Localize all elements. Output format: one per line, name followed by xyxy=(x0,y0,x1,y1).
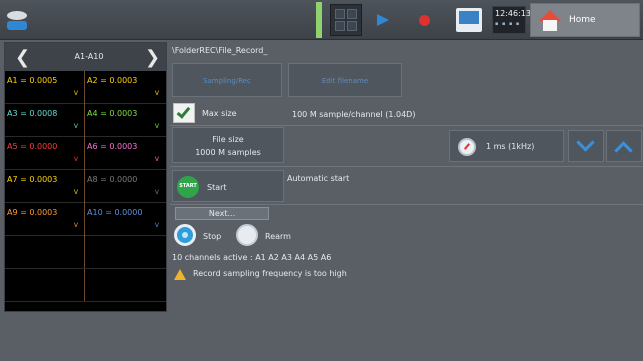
sampling-rate-label: 1 ms (1kHz) xyxy=(486,142,535,151)
divider xyxy=(170,125,643,126)
chevron-down-icon xyxy=(576,133,595,152)
sampling-rec-button[interactable]: Sampling/Rec xyxy=(172,63,282,97)
rearm-label: Rearm xyxy=(265,232,291,241)
channel-value: A10 = 0.0000 xyxy=(87,208,143,217)
channel-value: A9 = 0.0003 xyxy=(7,208,58,217)
rate-down-button[interactable] xyxy=(568,130,604,162)
clock-display: 12:46:13 ▪ ▪ ▪ ▪ xyxy=(492,6,531,34)
recorder-logo-icon[interactable] xyxy=(6,8,28,32)
next-button[interactable]: Next... xyxy=(175,207,269,220)
channel-unit: V xyxy=(73,222,78,229)
channel-value: A2 = 0.0003 xyxy=(87,76,138,85)
channel-grid: A1 = 0.0005 V A2 = 0.0003 V A3 = 0.0008 V A… xyxy=(5,71,166,302)
channel-cell[interactable]: A10 = 0.0000 V xyxy=(85,203,165,236)
stop-label: Stop xyxy=(203,232,222,241)
file-size-value: 1000 M samples xyxy=(195,148,261,157)
empty-channel-row xyxy=(5,269,166,302)
divider xyxy=(170,204,643,205)
home-icon xyxy=(539,10,561,32)
clock-time: 12:46:13 xyxy=(495,9,531,18)
edit-filename-button[interactable]: Edit filename xyxy=(288,63,402,97)
channel-group-title: A1-A10 xyxy=(74,52,104,61)
channel-value: A7 = 0.0003 xyxy=(7,175,58,184)
channel-unit: V xyxy=(154,189,159,196)
divider xyxy=(170,166,643,167)
next-page-icon[interactable]: ❯ xyxy=(145,47,160,68)
start-label: Start xyxy=(207,183,227,192)
rate-up-button[interactable] xyxy=(606,130,642,162)
home-button[interactable]: Home xyxy=(530,3,640,37)
checkmark-icon xyxy=(176,104,191,119)
stop-radio[interactable] xyxy=(174,224,196,246)
channel-cell[interactable]: A9 = 0.0003 V xyxy=(5,203,85,236)
empty-channel-row xyxy=(5,236,166,269)
channels-active-text: 10 channels active : A1 A2 A3 A4 A5 A6 xyxy=(172,253,332,262)
channel-unit: V xyxy=(154,222,159,229)
channel-cell[interactable]: A7 = 0.0003 V xyxy=(5,170,85,203)
channel-value: A5 = 0.0000 xyxy=(7,142,58,151)
max-size-label: Max size xyxy=(202,109,237,118)
samples-per-channel-text: 100 M sample/channel (1.04D) xyxy=(292,110,416,119)
previous-page-icon[interactable]: ❮ xyxy=(15,47,30,68)
channel-cell[interactable]: A6 = 0.0003 V xyxy=(85,137,165,170)
channel-unit: V xyxy=(73,189,78,196)
speedometer-icon xyxy=(458,138,476,156)
channel-value: A8 = 0.0000 xyxy=(87,175,138,184)
channel-cell[interactable]: A1 = 0.0005 V xyxy=(5,71,85,104)
chevron-up-icon xyxy=(614,141,633,160)
file-size-title: File size xyxy=(212,135,244,144)
channel-unit: V xyxy=(73,123,78,130)
start-icon-text: START xyxy=(179,183,197,189)
channel-unit: V xyxy=(154,90,159,97)
channel-panel: ❮ A1-A10 ❯ A1 = 0.0005 V A2 = 0.0003 V A3 … xyxy=(4,42,167,312)
warning-message: Record sampling frequency is too high xyxy=(193,269,347,278)
channel-cell[interactable]: A4 = 0.0003 V xyxy=(85,104,165,137)
home-label: Home xyxy=(569,15,596,25)
rearm-radio[interactable] xyxy=(236,224,258,246)
file-size-button[interactable]: File size 1000 M samples xyxy=(172,127,284,163)
channel-unit: V xyxy=(73,90,78,97)
channel-panel-header: ❮ A1-A10 ❯ xyxy=(5,43,166,71)
bottom-area xyxy=(0,314,643,361)
start-icon: START xyxy=(177,176,199,198)
next-label: Next... xyxy=(208,209,236,218)
channel-cell[interactable]: A5 = 0.0000 V xyxy=(5,137,85,170)
channel-value: A1 = 0.0005 xyxy=(7,76,58,85)
top-toolbar: 12:46:13 ▪ ▪ ▪ ▪ Home xyxy=(0,0,643,40)
channel-cell[interactable]: A8 = 0.0000 V xyxy=(85,170,165,203)
sampling-rate-button[interactable]: 1 ms (1kHz) xyxy=(449,130,564,162)
status-indicator-strip xyxy=(316,2,322,38)
sampling-rec-label: Sampling/Rec xyxy=(203,77,251,85)
channel-value: A3 = 0.0008 xyxy=(7,109,58,118)
channel-unit: V xyxy=(73,156,78,163)
channel-value: A6 = 0.0003 xyxy=(87,142,138,151)
channel-value: A4 = 0.0003 xyxy=(87,109,138,118)
play-icon[interactable] xyxy=(377,14,389,26)
channel-cell[interactable]: A3 = 0.0008 V xyxy=(5,104,85,137)
start-button[interactable]: START Start xyxy=(172,170,284,202)
clock-status: ▪ ▪ ▪ ▪ xyxy=(495,21,521,27)
layout-grid-button[interactable] xyxy=(330,4,362,36)
automatic-start-label: Automatic start xyxy=(287,174,350,183)
channel-unit: V xyxy=(154,156,159,163)
record-file-path: \FolderREC\File_Record_ xyxy=(172,46,268,55)
max-size-checkbox[interactable] xyxy=(173,103,195,123)
channel-cell[interactable]: A2 = 0.0003 V xyxy=(85,71,165,104)
screen-capture-icon[interactable] xyxy=(456,8,482,32)
record-icon[interactable] xyxy=(419,15,430,26)
warning-icon xyxy=(174,269,186,280)
edit-filename-label: Edit filename xyxy=(321,77,369,85)
channel-unit: V xyxy=(154,123,159,130)
